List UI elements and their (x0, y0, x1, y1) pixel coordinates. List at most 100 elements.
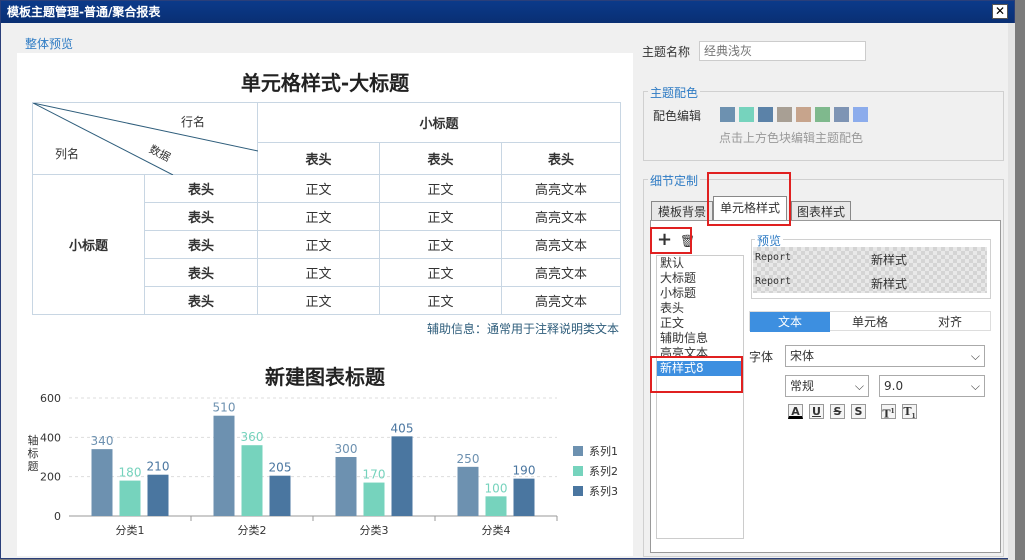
window-edge-scroll (1008, 23, 1015, 560)
font-size-value: 9.0 (884, 379, 904, 393)
bar (457, 466, 479, 516)
subscript-button[interactable]: T1 (902, 404, 917, 420)
body-cell: 正文 (379, 258, 502, 287)
y-tick-label: 400 (40, 431, 61, 444)
bar (335, 457, 357, 516)
tab-template-background[interactable]: 模板背景 (651, 201, 713, 221)
style-list: 默认 大标题 小标题 表头 正文 辅助信息 高亮文本 新样式8 (656, 255, 744, 539)
highlight-cell: 高亮文本 (500, 258, 622, 287)
bar (269, 475, 291, 516)
x-tick-label: 分类2 (238, 523, 267, 537)
data-label: 250 (457, 452, 480, 466)
chevron-down-icon: ⌵ (854, 379, 864, 393)
subtab-cell[interactable]: 单元格 (830, 312, 910, 332)
preview-group-label: 整体预览 (23, 35, 76, 52)
list-item[interactable]: 大标题 (657, 271, 743, 286)
color-hint: 点击上方色块编辑主题配色 (719, 131, 864, 145)
color-swatch[interactable] (720, 107, 735, 122)
highlight-box-add (650, 227, 692, 254)
y-axis-title-char: 题 (28, 460, 39, 473)
highlight-cell: 高亮文本 (500, 174, 622, 203)
list-item[interactable]: 辅助信息 (657, 331, 743, 346)
bar (363, 482, 385, 516)
font-family-value: 宋体 (790, 349, 815, 363)
row-header: 表头 (144, 258, 258, 287)
column-header: 表头 (379, 142, 502, 175)
data-label: 510 (213, 401, 236, 415)
shadow-button[interactable]: S (851, 404, 866, 419)
report-preview-table: 行名 数据 列名 小标题 表头 表头 表头 小标题 表头 正文 正文 高亮文本 … (32, 102, 622, 315)
list-item[interactable]: 小标题 (657, 286, 743, 301)
data-label: 180 (119, 466, 142, 480)
aux-info-text: 辅助信息：通常用于注释说明类文本 (426, 322, 619, 336)
color-swatch[interactable] (777, 107, 792, 122)
data-label: 190 (513, 464, 536, 478)
body-cell: 正文 (257, 258, 380, 287)
color-swatch[interactable] (739, 107, 754, 122)
legend-label: 系列2 (589, 464, 618, 478)
data-label: 360 (241, 430, 264, 444)
strikethrough-button[interactable]: S (830, 404, 845, 419)
font-style-value: 常规 (790, 379, 815, 393)
column-subtitle: 小标题 (256, 102, 622, 143)
x-tick-label: 分类3 (360, 523, 389, 537)
superscript-button[interactable]: T1 (881, 404, 896, 421)
diag-col-label: 列名 (55, 147, 80, 161)
body-cell: 正文 (379, 174, 502, 203)
color-swatch[interactable] (758, 107, 773, 122)
body-cell: 正文 (379, 230, 502, 259)
preview-canvas: 单元格样式-大标题 行名 数据 列名 小标题 表头 表头 表头 小标题 表头 正… (17, 53, 633, 556)
body-cell: 正文 (257, 174, 380, 203)
data-label: 210 (147, 460, 170, 474)
y-tick-label: 600 (40, 392, 61, 405)
legend-swatch (573, 486, 583, 496)
list-item[interactable]: 默认 (657, 256, 743, 271)
color-swatch[interactable] (834, 107, 849, 122)
y-tick-label: 200 (40, 471, 61, 484)
highlight-cell: 高亮文本 (500, 230, 622, 259)
font-style-select[interactable]: 常规 ⌵ (785, 375, 869, 397)
bar (119, 480, 141, 516)
preview-report-1: Report (755, 252, 792, 263)
data-label: 170 (363, 468, 386, 482)
preview-style-1: 新样式 (871, 253, 908, 267)
diagonal-header-cell: 行名 数据 列名 (32, 102, 258, 175)
column-header: 表头 (500, 142, 622, 175)
y-axis-title-char: 轴 (28, 433, 39, 447)
color-swatch[interactable] (796, 107, 811, 122)
bar (213, 415, 235, 516)
diagonal-lines (33, 103, 258, 175)
font-family-select[interactable]: 宋体 ⌵ (785, 345, 985, 367)
theme-manager-window: 模板主题管理-普通/聚合报表 ✕ 整体预览 单元格样式-大标题 行名 数据 列名… (0, 0, 1015, 560)
diag-row-label: 行名 (181, 115, 206, 129)
font-color-button[interactable]: A (788, 404, 803, 419)
close-button[interactable]: ✕ (992, 4, 1008, 19)
row-header: 表头 (144, 230, 258, 259)
title-bar: 模板主题管理-普通/聚合报表 ✕ (1, 1, 1014, 23)
list-item[interactable]: 正文 (657, 316, 743, 331)
tab-chart-style[interactable]: 图表样式 (791, 201, 851, 221)
body-cell: 正文 (257, 286, 380, 315)
x-tick-label: 分类1 (116, 523, 145, 537)
highlight-cell: 高亮文本 (500, 202, 622, 231)
body-cell: 正文 (257, 230, 380, 259)
legend-swatch (573, 466, 583, 476)
data-label: 340 (91, 434, 114, 448)
bar (147, 474, 169, 516)
font-size-select[interactable]: 9.0 ⌵ (879, 375, 985, 397)
theme-name-input[interactable] (699, 41, 866, 61)
subtab-text[interactable]: 文本 (750, 312, 830, 332)
color-swatch[interactable] (815, 107, 830, 122)
preview-style-2: 新样式 (871, 277, 908, 291)
format-subtabs: 文本 单元格 对齐 (749, 311, 991, 332)
underline-button[interactable]: U (809, 404, 824, 419)
chevron-down-icon: ⌵ (970, 349, 980, 363)
font-label: 字体 (749, 350, 774, 364)
subtab-align[interactable]: 对齐 (910, 312, 990, 332)
list-item[interactable]: 表头 (657, 301, 743, 316)
legend-swatch (573, 446, 583, 456)
legend-label: 系列1 (589, 444, 618, 458)
color-swatch[interactable] (853, 107, 868, 122)
highlight-cell: 高亮文本 (500, 286, 622, 315)
row-header: 表头 (144, 174, 258, 203)
